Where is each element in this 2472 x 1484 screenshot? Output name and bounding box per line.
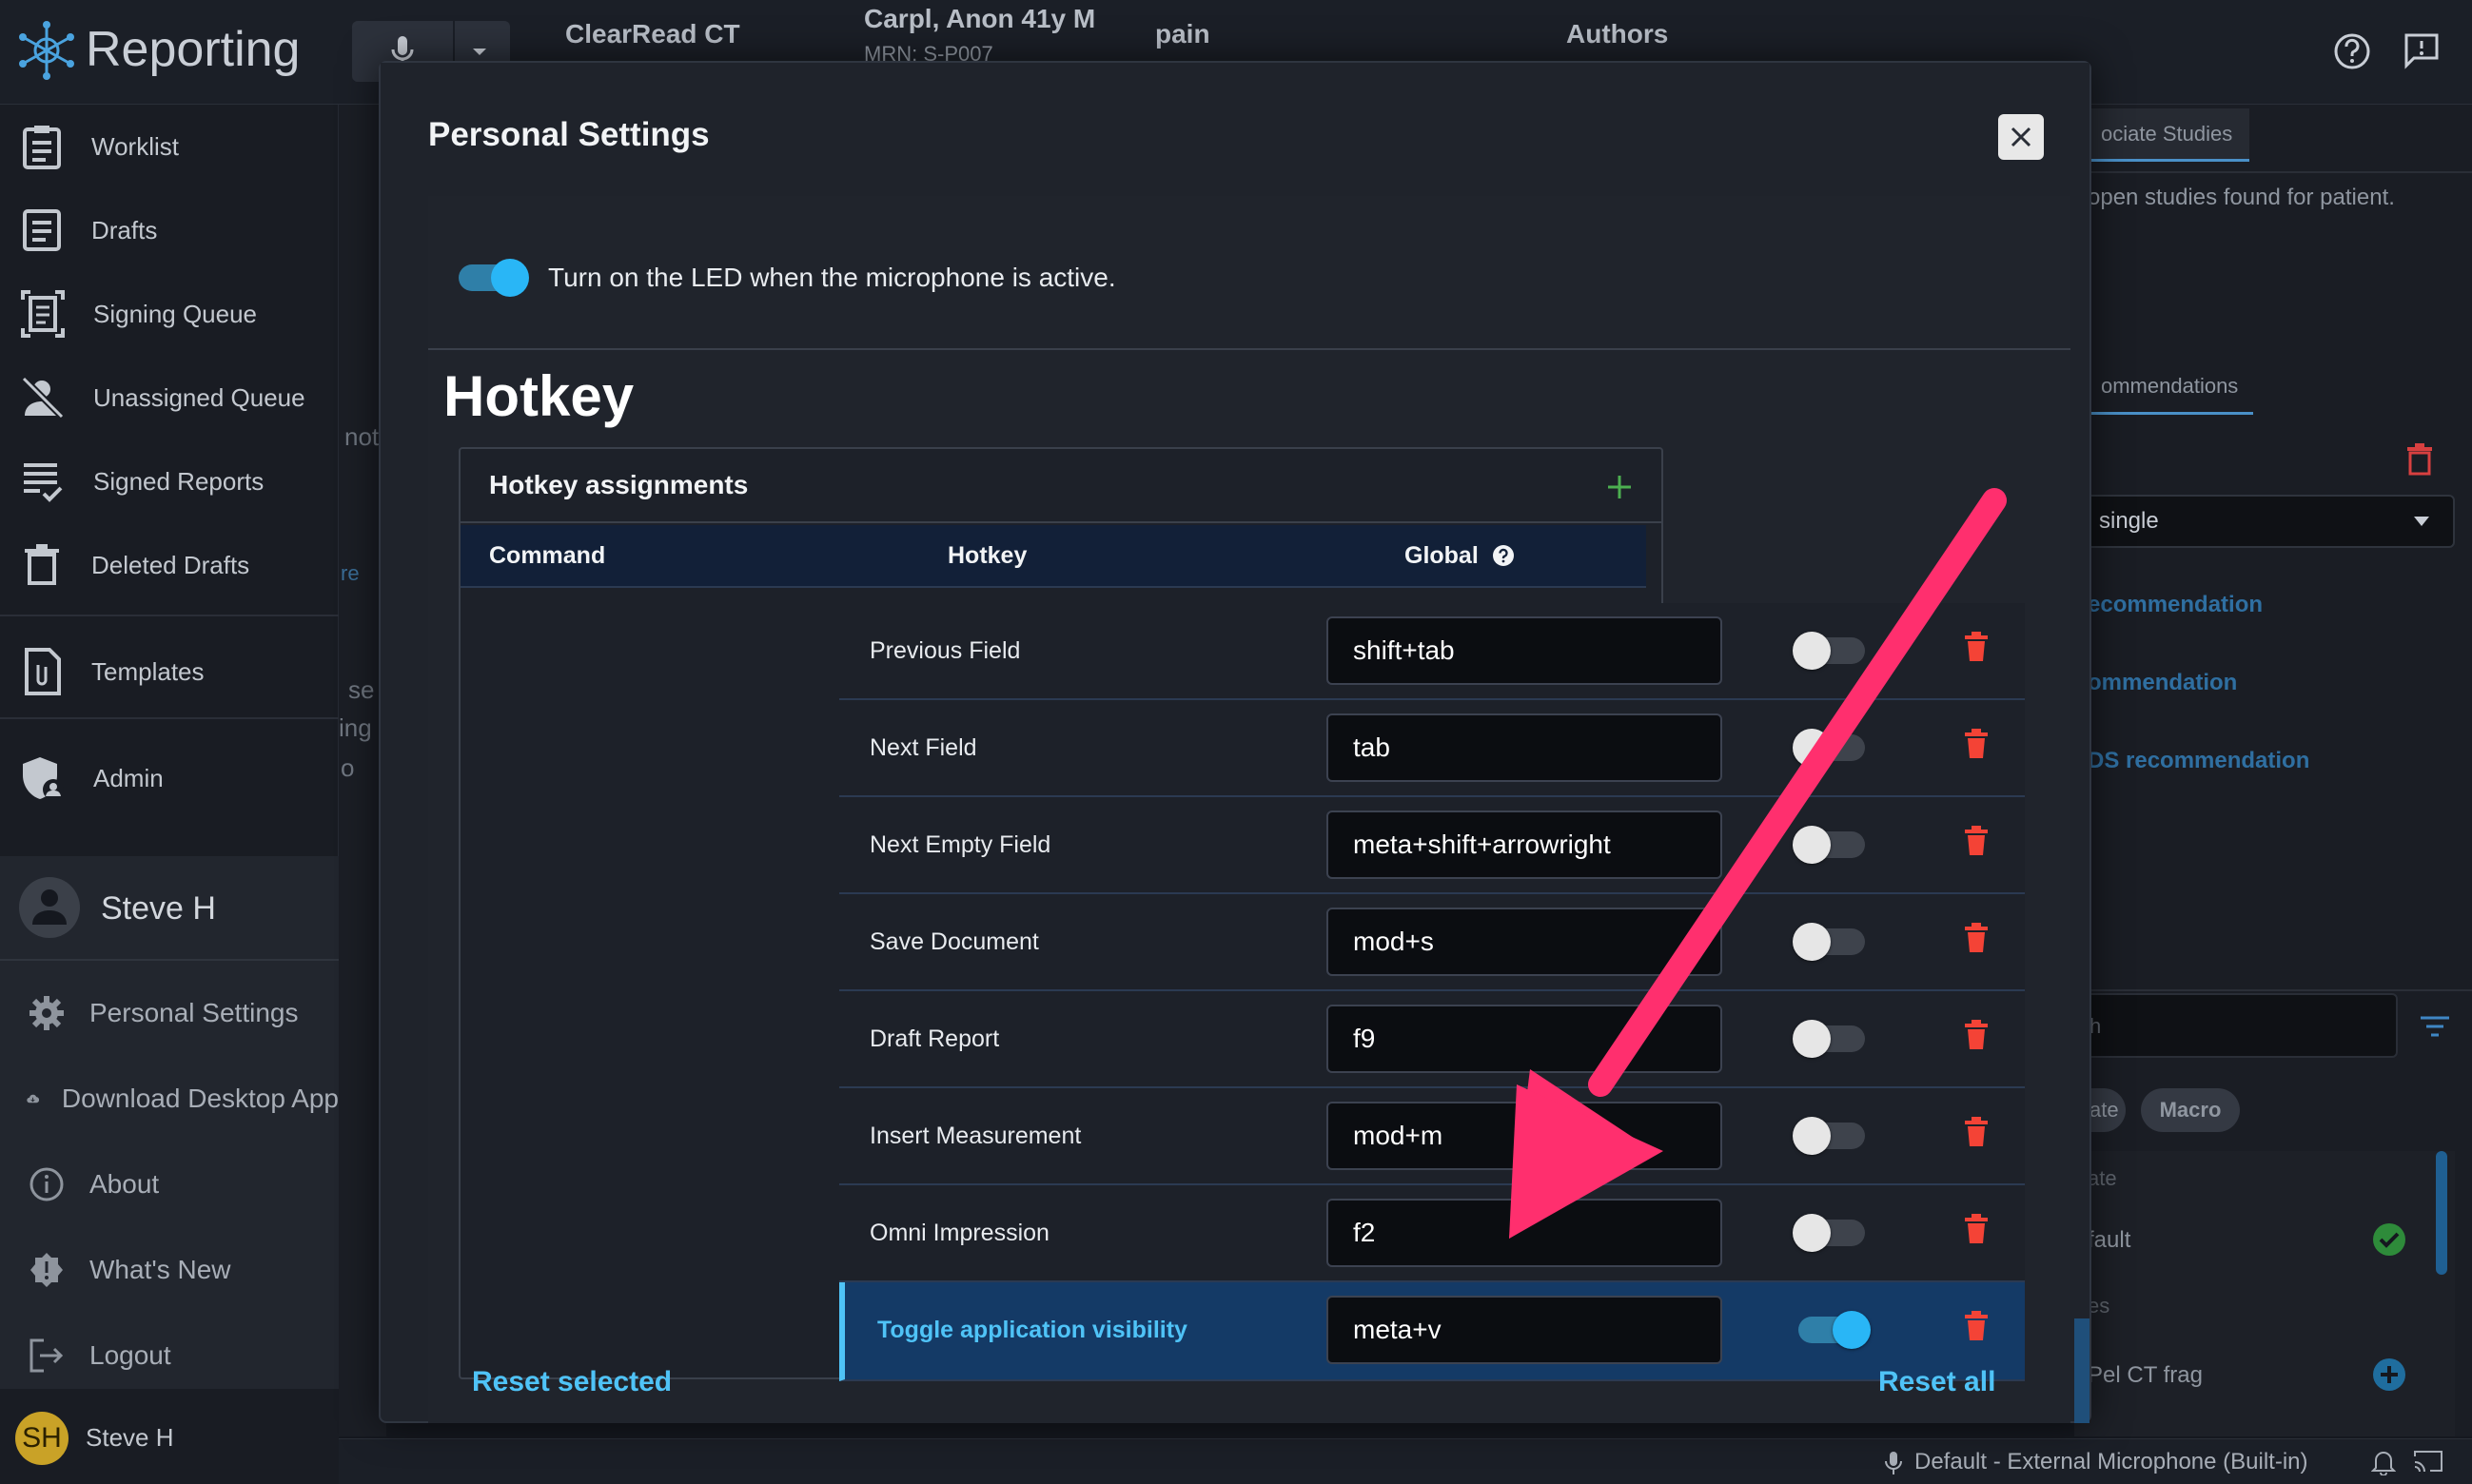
annotation-arrow <box>1509 488 2007 1239</box>
close-icon <box>2011 127 2031 147</box>
dialog-header: Personal Settings <box>381 63 2089 196</box>
dialog-title: Personal Settings <box>428 116 710 153</box>
close-button[interactable] <box>1998 114 2044 160</box>
